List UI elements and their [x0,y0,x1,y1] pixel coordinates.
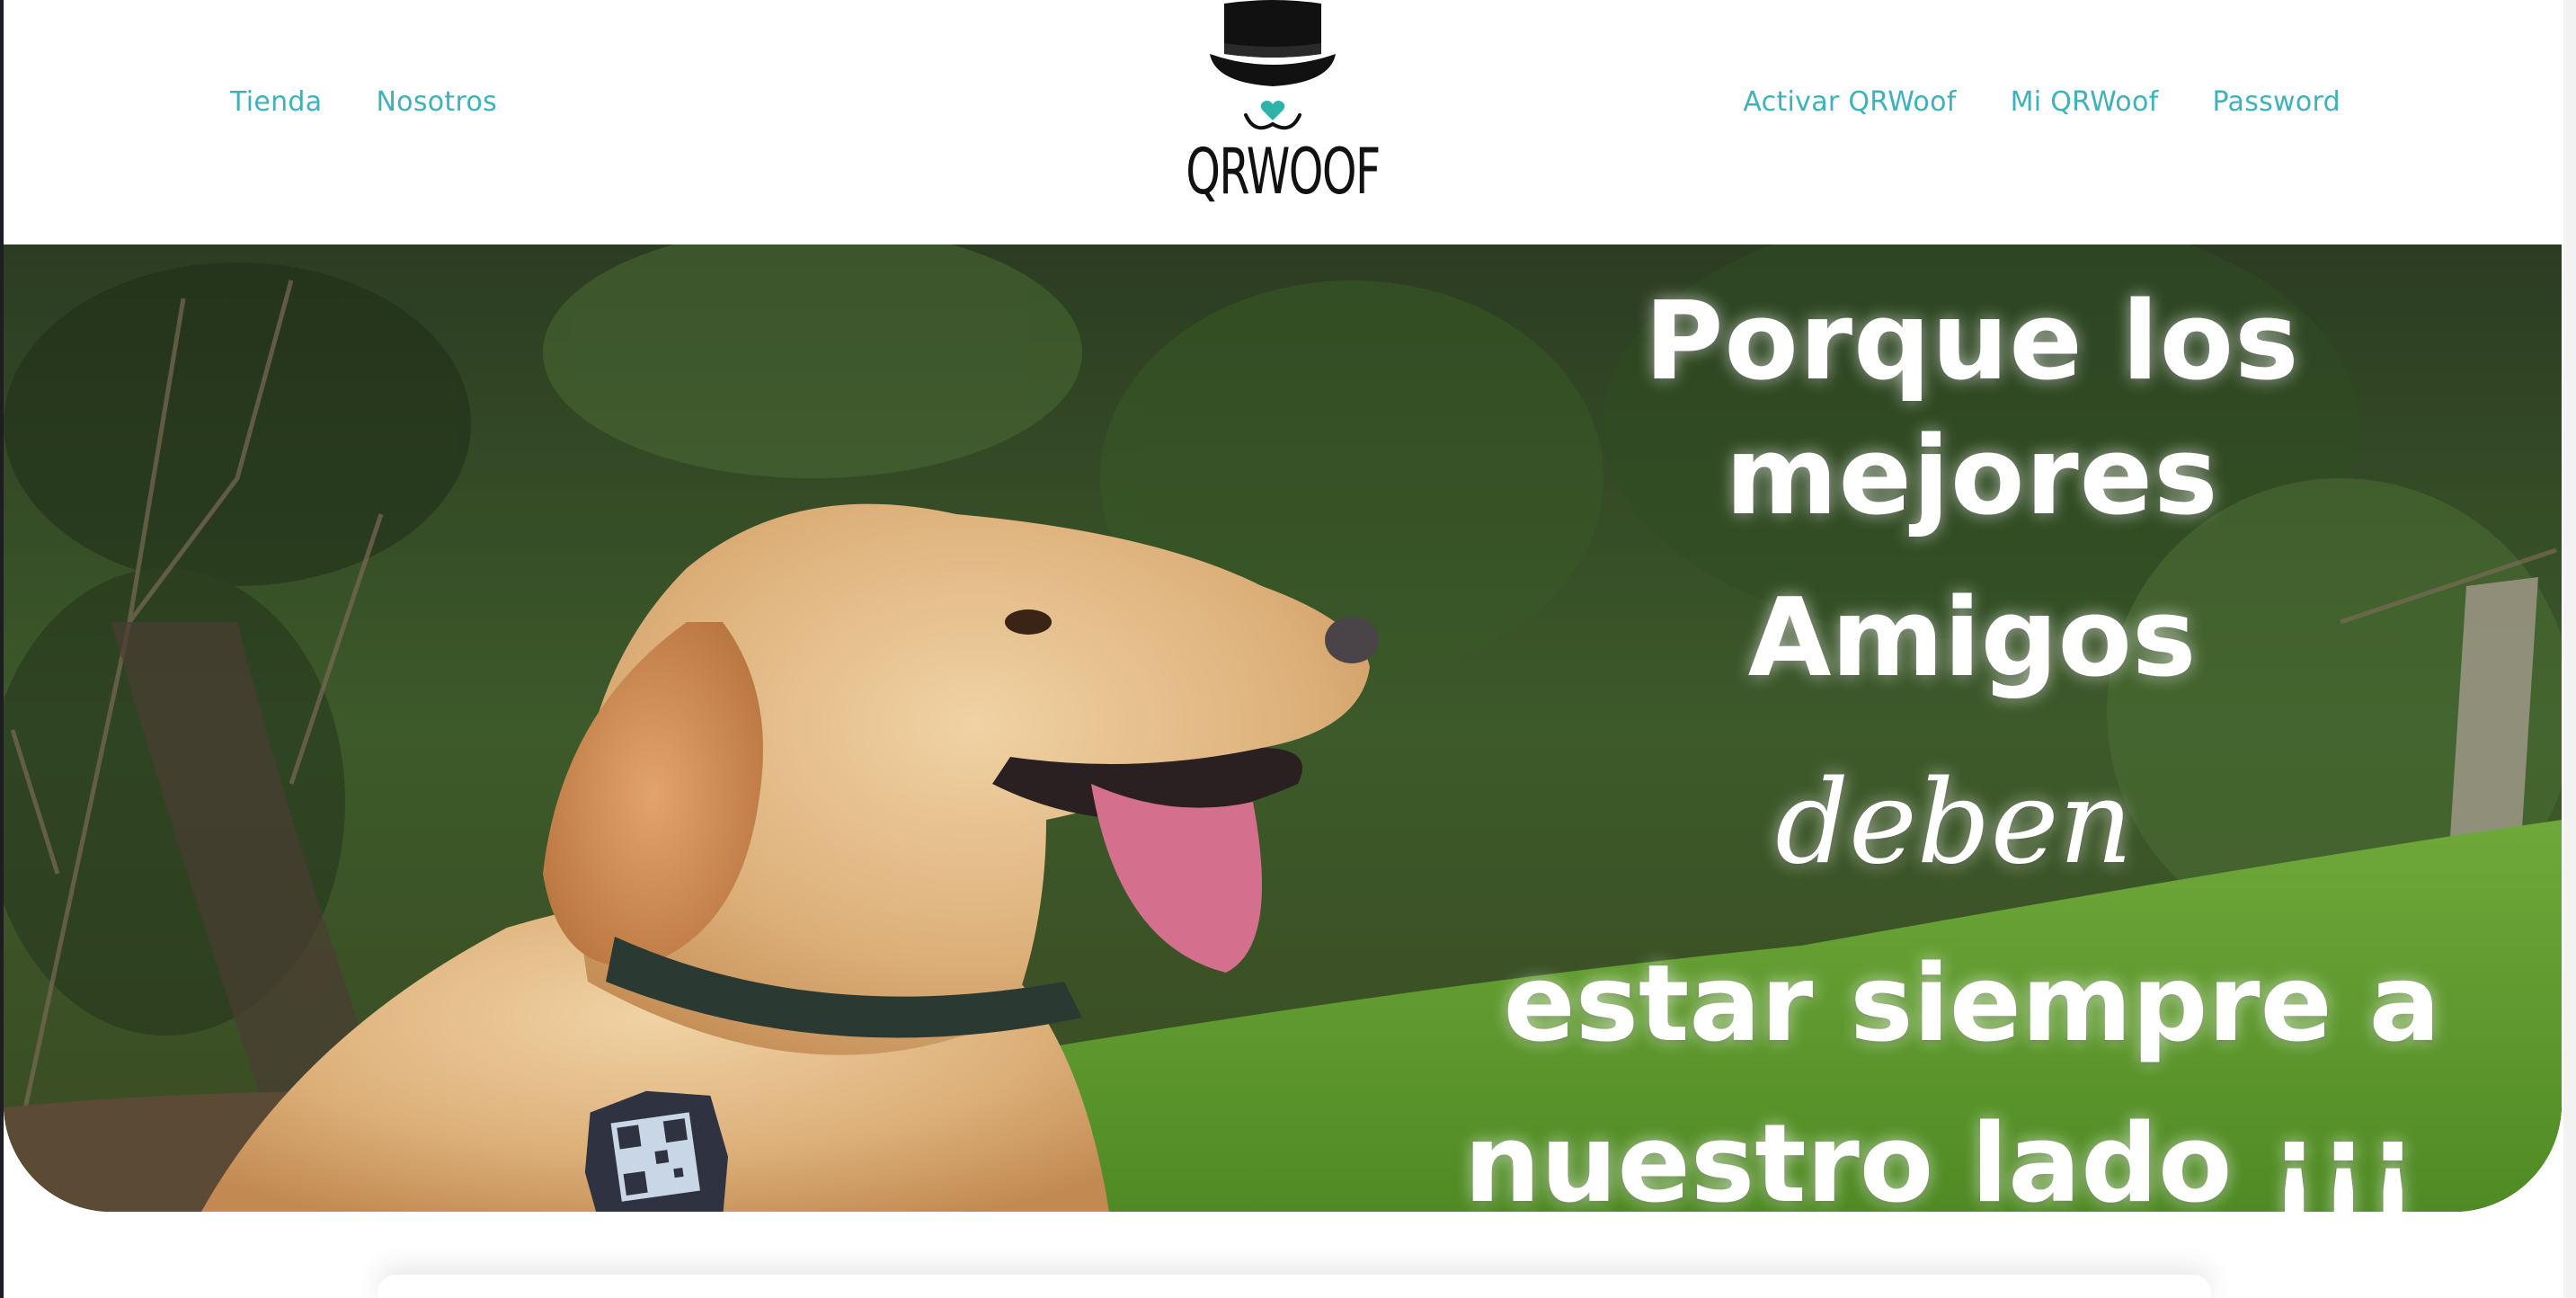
headline-line-1: Porque los mejores [1644,280,2300,539]
nav-right: Activar QRWoof Mi QRWoof Password [1743,86,2341,118]
logo-text: QRWOOF [1186,135,1381,209]
hero-banner: Porque los mejores Amigos deben estar si… [4,244,2562,1212]
logo[interactable]: QRWOOF [1161,0,1384,225]
headline-line-2: Amigos [1747,576,2197,701]
nav-link-password[interactable]: Password [2212,86,2341,118]
headline-line-3: deben [1775,756,2133,890]
content-card-edge [378,1275,2211,1298]
scrollbar-track[interactable] [2563,0,2576,1298]
headline-line-4: estar siempre a [1503,941,2441,1065]
nav-link-nosotros[interactable]: Nosotros [376,86,497,118]
site-header: Tienda Nosotros QRWOOF Activar QRWoof Mi… [4,0,2563,243]
nav-left: Tienda Nosotros [230,86,497,118]
hero-headline: Porque los mejores Amigos deben estar si… [1388,275,2556,1212]
page: Tienda Nosotros QRWOOF Activar QRWoof Mi… [0,0,2576,1298]
top-hat-dog-face-icon [1210,0,1336,130]
nav-link-activar-qrwoof[interactable]: Activar QRWoof [1743,86,1956,118]
nav-link-tienda[interactable]: Tienda [230,86,322,118]
headline-line-5: nuestro lado ¡¡¡ [1463,1102,2418,1212]
nav-link-mi-qrwoof[interactable]: Mi QRWoof [2011,86,2159,118]
